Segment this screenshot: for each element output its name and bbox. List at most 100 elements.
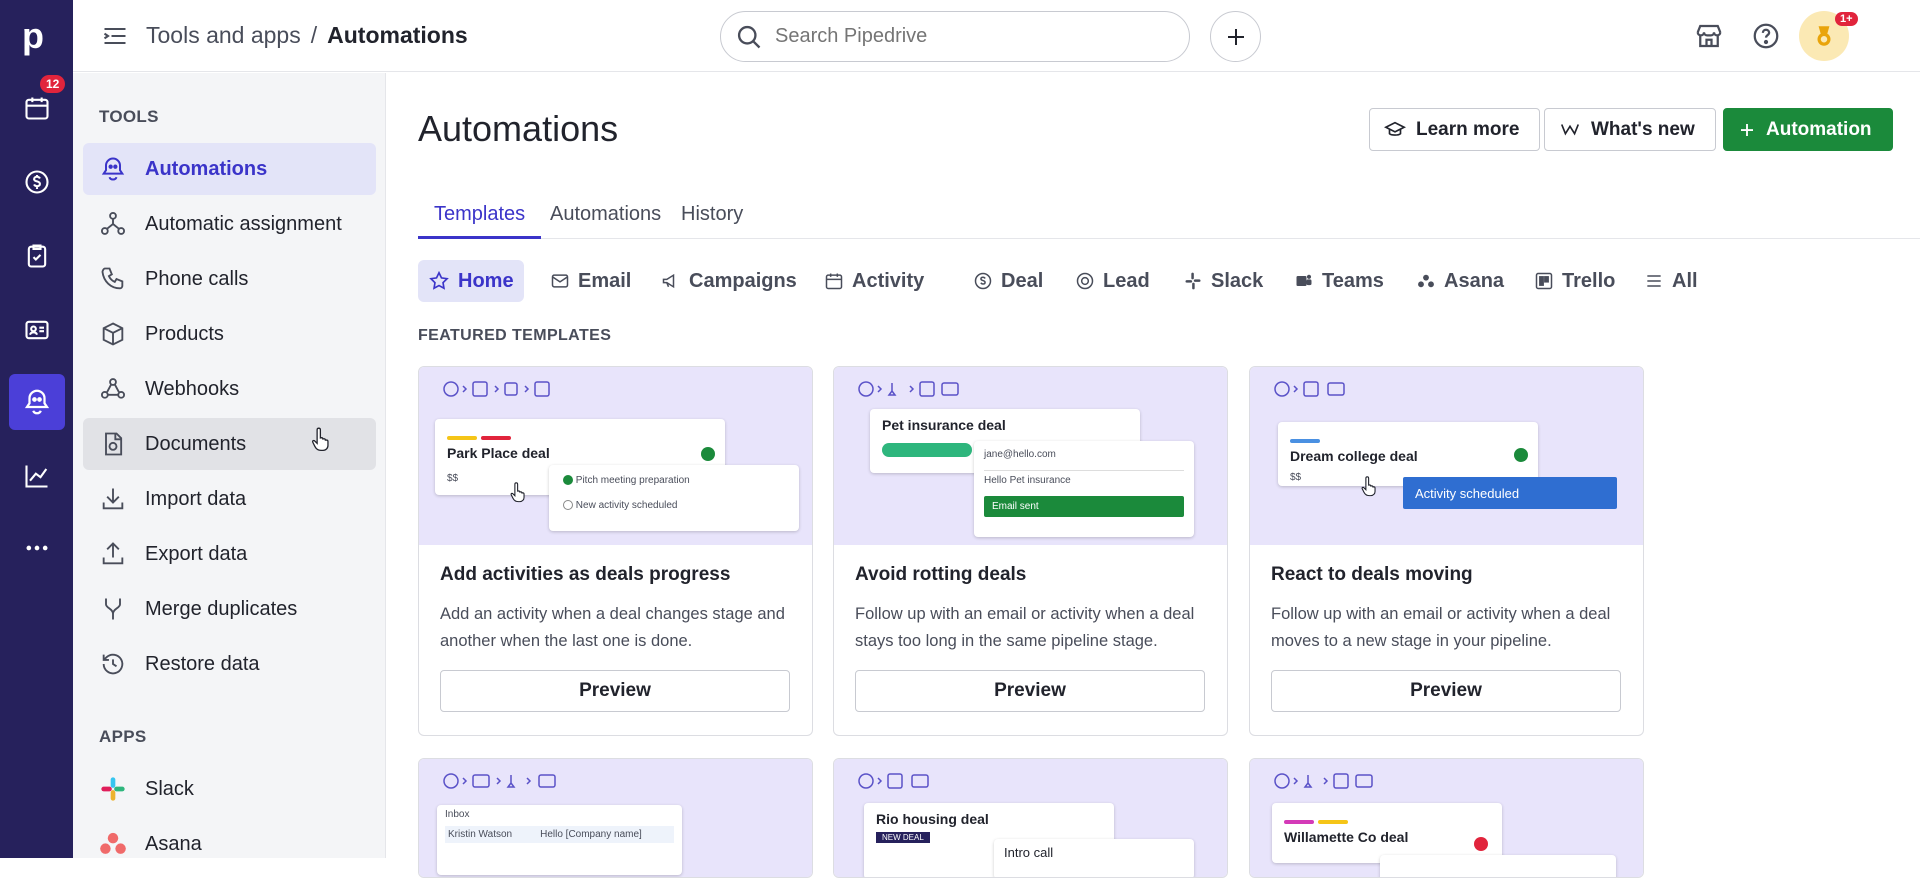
quick-add-button[interactable] [1210, 11, 1261, 62]
sidebar-item-label: Automatic assignment [145, 212, 342, 235]
activities-badge: 12 [40, 75, 66, 93]
apps-heading: APPS [99, 727, 147, 746]
mock-inbox-card: Inbox Kristin Watson Hello [Company name… [437, 805, 682, 875]
chip-label: Email [578, 269, 632, 292]
tab-history[interactable]: History [665, 199, 759, 239]
mock-email-sent: Email sent [984, 496, 1184, 517]
sidebar-item-webhooks[interactable]: Webhooks [83, 363, 376, 415]
preview-button[interactable]: Preview [440, 670, 790, 712]
trigger-flow-icons [441, 379, 561, 399]
sidebar-item-label: Merge duplicates [145, 597, 298, 620]
automation-robot-icon [97, 153, 129, 185]
sidebar-item-automations[interactable]: Automations [83, 143, 376, 195]
chip-lead[interactable]: Lead [1065, 260, 1160, 302]
trigger-flow-icons [441, 771, 601, 791]
search-icon [735, 23, 763, 51]
email-icon [550, 271, 570, 291]
restore-icon [97, 648, 129, 680]
template-illustration: Willamette Co deal [1250, 759, 1643, 877]
mock-lower-card [1380, 855, 1616, 877]
mock-deal-name: Willamette Co deal [1284, 829, 1409, 845]
menu-toggle-icon[interactable] [101, 22, 129, 50]
pipedrive-logo[interactable]: p [22, 16, 52, 56]
more-nav-icon[interactable] [9, 520, 65, 576]
view-tabs: Templates Automations History [418, 199, 1920, 239]
chip-all[interactable]: All [1634, 260, 1708, 302]
trello-icon [1534, 271, 1554, 291]
assignment-icon [97, 208, 129, 240]
plus-icon [1738, 121, 1756, 139]
sidebar-item-phone-calls[interactable]: Phone calls [83, 253, 376, 305]
chip-label: Slack [1211, 269, 1264, 292]
trigger-flow-icons [856, 771, 956, 791]
slack-logo-icon [97, 773, 129, 805]
breadcrumb: Tools and apps / Automations [146, 22, 468, 49]
template-card-row2-3[interactable]: Willamette Co deal [1249, 758, 1644, 878]
tools-heading: TOOLS [99, 107, 159, 126]
mock-inbox-person: Kristin Watson [448, 829, 513, 840]
template-card-add-activities[interactable]: Park Place deal $$ Pitch meeting prepara… [418, 366, 813, 736]
chip-slack[interactable]: Slack [1173, 260, 1273, 302]
help-icon[interactable] [1748, 18, 1784, 54]
sidebar-item-restore-data[interactable]: Restore data [83, 638, 376, 690]
sidebar-item-documents[interactable]: Documents [83, 418, 376, 470]
sidebar-item-label: Export data [145, 542, 248, 565]
graduation-cap-icon [1384, 119, 1406, 141]
contacts-nav-icon[interactable] [9, 302, 65, 358]
chip-activity[interactable]: Activity [814, 260, 934, 302]
sidebar-item-products[interactable]: Products [83, 308, 376, 360]
chip-deal[interactable]: Deal [963, 260, 1053, 302]
star-icon [428, 270, 450, 292]
top-bar: Tools and apps / Automations 1+ DL [73, 0, 1920, 72]
chip-campaigns[interactable]: Campaigns [651, 260, 807, 302]
sidebar-item-import-data[interactable]: Import data [83, 473, 376, 525]
whats-new-button[interactable]: What's new [1544, 108, 1716, 151]
tab-automations[interactable]: Automations [534, 199, 677, 239]
calendar-icon [824, 271, 844, 291]
card-description: Follow up with an email or activity when… [1271, 605, 1611, 650]
preview-button[interactable]: Preview [855, 670, 1205, 712]
sidebar-item-label: Webhooks [145, 377, 240, 400]
chip-label: All [1672, 269, 1698, 292]
notification-badge: 1+ [1835, 12, 1858, 26]
deals-nav-icon[interactable] [9, 154, 65, 210]
tab-templates[interactable]: Templates [418, 199, 542, 239]
page-title: Automations [418, 108, 619, 149]
automations-nav-icon[interactable] [9, 374, 65, 430]
chip-trello[interactable]: Trello [1524, 260, 1625, 302]
tasks-nav-icon[interactable] [9, 228, 65, 284]
document-icon [97, 428, 129, 460]
trigger-flow-icons [856, 379, 976, 399]
trigger-flow-icons [1272, 379, 1362, 399]
sidebar-item-asana[interactable]: Asana [83, 818, 376, 870]
chip-label: Activity [852, 269, 925, 292]
mock-activity-card: Pitch meeting preparation New activity s… [549, 465, 799, 531]
chip-asana[interactable]: Asana [1406, 260, 1514, 302]
template-card-row2-1[interactable]: Inbox Kristin Watson Hello [Company name… [418, 758, 813, 878]
sidebar-item-slack[interactable]: Slack [83, 763, 376, 815]
global-search[interactable] [720, 11, 1190, 62]
template-card-react-to-deals[interactable]: Dream college deal $$ Activity scheduled… [1249, 366, 1644, 736]
add-automation-button[interactable]: Automation [1723, 108, 1893, 151]
sidebar-item-automatic-assignment[interactable]: Automatic assignment [83, 198, 376, 250]
sidebar-item-export-data[interactable]: Export data [83, 528, 376, 580]
marketplace-icon[interactable] [1691, 18, 1727, 54]
preview-button[interactable]: Preview [1271, 670, 1621, 712]
insights-nav-icon[interactable] [9, 448, 65, 504]
pointer-cursor-icon [311, 426, 333, 452]
chip-home[interactable]: Home [418, 260, 524, 302]
search-input[interactable] [775, 25, 1155, 48]
sidebar-item-merge-duplicates[interactable]: Merge duplicates [83, 583, 376, 635]
chip-email[interactable]: Email [540, 260, 641, 302]
deal-icon [973, 271, 993, 291]
breadcrumb-parent[interactable]: Tools and apps [146, 22, 301, 49]
template-illustration: Park Place deal $$ Pitch meeting prepara… [419, 367, 812, 545]
learn-more-button[interactable]: Learn more [1369, 108, 1541, 151]
template-card-avoid-rotting[interactable]: Pet insurance deal jane@hello.com Hello … [833, 366, 1228, 736]
sidebar-item-label: Products [145, 322, 224, 345]
chip-label: Deal [1001, 269, 1044, 292]
template-card-row2-2[interactable]: Rio housing deal NEW DEAL Intro call [833, 758, 1228, 878]
slack-icon [1183, 271, 1203, 291]
chip-label: Campaigns [689, 269, 797, 292]
chip-teams[interactable]: Teams [1284, 260, 1394, 302]
